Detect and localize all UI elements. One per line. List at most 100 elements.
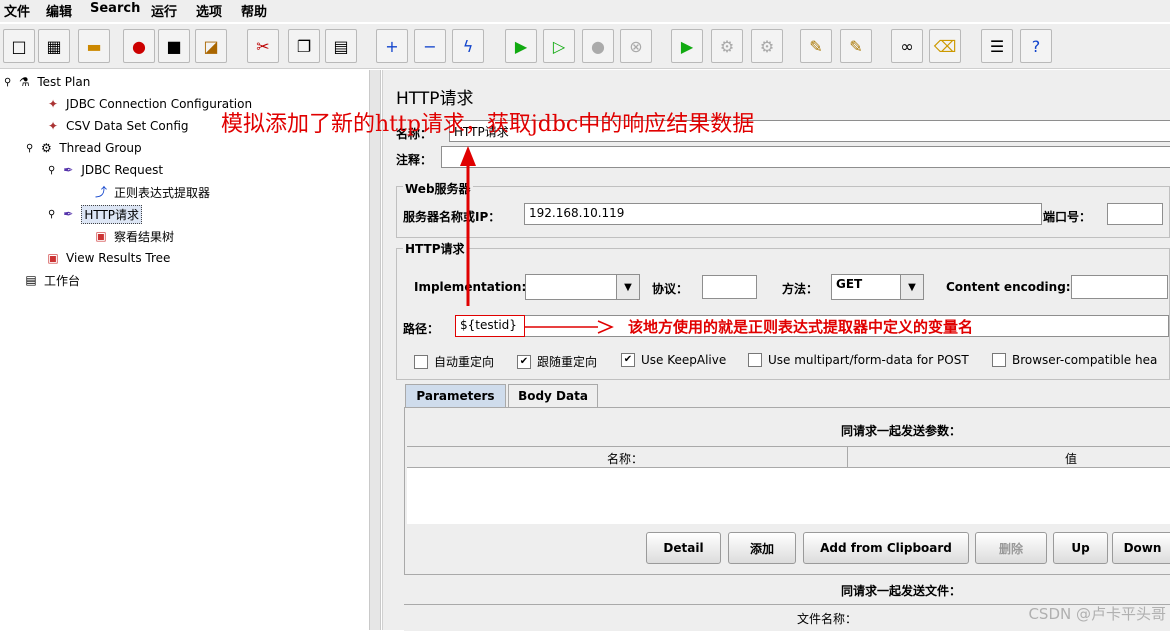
shutdown-icon[interactable]: ⊗ (620, 29, 652, 63)
keepalive-checkbox[interactable]: ✔ Use KeepAlive (621, 353, 726, 367)
tree-item-thread-group[interactable]: ⚲ ⚙ Thread Group (26, 138, 142, 158)
tree-item-test-plan[interactable]: ⚲ ⚗ Test Plan (4, 72, 90, 92)
up-button[interactable]: Up (1053, 532, 1108, 564)
follow-redirect-checkbox[interactable]: ✔ 跟随重定向 (517, 353, 597, 370)
tree-item-regex-extractor[interactable]: ⤴ 正则表达式提取器 (92, 182, 210, 202)
file-col-header: 文件名称： (797, 612, 858, 626)
start-icon[interactable]: ▶ (505, 29, 537, 63)
browser-compatible-checkbox[interactable]: Browser-compatible hea (992, 353, 1170, 367)
web-server-group-title: Web服务器 (403, 180, 473, 197)
files-title: 同请求一起发送文件： (841, 584, 962, 598)
annotation-path-note: 该地方使用的就是正则表达式提取器中定义的变量名 (628, 318, 974, 336)
tree-item-http-request[interactable]: ⚲ ✒ HTTP请求 (48, 204, 143, 224)
search-icon[interactable]: ∞ (891, 29, 923, 63)
content-encoding-label: Content encoding: (946, 280, 1071, 294)
menu-help[interactable]: 帮助 (241, 1, 267, 20)
menu-run[interactable]: 运行 (151, 1, 177, 20)
checkmark-icon: ✔ (517, 354, 531, 369)
col-value-header: 值 (1065, 452, 1078, 466)
toolbar: □ ▦ ▬ ● ■ ◪ ✂ ❐ ▤ + − ϟ ▶ ▷ ● ⊗ ▶ ⚙ ⚙ ✎ … (0, 24, 1170, 69)
clear-all-icon[interactable]: ✎ (840, 29, 872, 63)
copy-icon[interactable]: ❐ (288, 29, 320, 63)
thread-group-icon: ⚙ (40, 141, 52, 155)
menu-options[interactable]: 选项 (196, 1, 222, 20)
paste-icon[interactable]: ▤ (325, 29, 357, 63)
save-as-icon[interactable]: ◪ (195, 29, 227, 63)
annotation-top: 模拟添加了新的http请求，获取jdbc中的响应结果数据 (221, 112, 755, 137)
collapse-icon[interactable]: − (414, 29, 446, 63)
help-icon[interactable]: ? (1020, 29, 1052, 63)
tree-item-view-results-tree[interactable]: ▣ View Results Tree (44, 248, 170, 268)
sampler-icon: ✒ (63, 163, 74, 177)
stop-icon[interactable]: ● (582, 29, 614, 63)
open-icon[interactable]: ▬ (78, 29, 110, 63)
add-from-clipboard-button[interactable]: Add from Clipboard (803, 532, 969, 564)
tree-item-jdbc-request[interactable]: ⚲ ✒ JDBC Request (48, 160, 163, 180)
expand-icon[interactable]: + (376, 29, 408, 63)
reset-search-icon[interactable]: ⌫ (929, 29, 961, 63)
method-label: 方法： (782, 282, 819, 296)
http-request-panel: HTTP请求 名称： HTTP请求 注释： Web服务器 服务器名称或IP： 1… (382, 70, 1170, 631)
config-icon: ✦ (47, 97, 59, 111)
watermark: CSDN @卢卡平头哥 (1028, 605, 1166, 623)
params-table-header: 名称： 值 (407, 446, 1170, 468)
comment-field[interactable] (441, 146, 1170, 168)
close-icon[interactable]: ● (123, 29, 155, 63)
listener-icon: ▣ (47, 251, 59, 265)
protocol-label: 协议： (652, 282, 689, 296)
down-button[interactable]: Down (1112, 532, 1170, 564)
tab-parameters[interactable]: Parameters (405, 384, 506, 407)
http-request-group-title: HTTP请求 (403, 240, 467, 257)
remote-shutdown-icon[interactable]: ⚙ (751, 29, 783, 63)
checkbox-unchecked-icon (748, 353, 762, 367)
menu-search[interactable]: Search (90, 1, 140, 16)
cut-icon[interactable]: ✂ (247, 29, 279, 63)
col-name-header: 名称： (607, 452, 644, 466)
config-icon: ✦ (47, 119, 59, 133)
checkbox-unchecked-icon (992, 353, 1006, 367)
checkmark-icon: ✔ (621, 353, 635, 367)
tab-body-data[interactable]: Body Data (508, 384, 598, 407)
comment-label: 注释： (396, 153, 433, 167)
multipart-checkbox[interactable]: Use multipart/form-data for POST (748, 353, 969, 367)
port-field[interactable] (1107, 203, 1163, 225)
remote-stop-icon[interactable]: ⚙ (711, 29, 743, 63)
content-encoding-field[interactable] (1071, 275, 1168, 299)
method-select[interactable]: GET ▼ (831, 274, 924, 300)
path-label: 路径： (403, 322, 440, 336)
protocol-field[interactable] (702, 275, 757, 299)
listener-icon: ▣ (95, 229, 107, 243)
test-plan-icon: ⚗ (18, 75, 30, 89)
params-table-body[interactable] (407, 468, 1170, 524)
auto-redirect-checkbox[interactable]: 自动重定向 (414, 353, 494, 370)
start-no-pause-icon[interactable]: ▷ (543, 29, 575, 63)
function-helper-icon[interactable]: ☰ (981, 29, 1013, 63)
menu-file[interactable]: 文件 (4, 1, 30, 20)
params-title: 同请求一起发送参数： (841, 424, 962, 438)
save-icon[interactable]: ■ (158, 29, 190, 63)
server-field[interactable]: 192.168.10.119 (524, 203, 1042, 225)
port-label: 端口号： (1043, 210, 1092, 224)
chevron-down-icon: ▼ (900, 275, 923, 299)
clear-icon[interactable]: ✎ (800, 29, 832, 63)
implementation-select[interactable]: ▼ (525, 274, 640, 300)
remote-start-icon[interactable]: ▶ (671, 29, 703, 63)
tree-item-csv-config[interactable]: ✦ CSV Data Set Config (44, 116, 189, 136)
new-icon[interactable]: □ (3, 29, 35, 63)
tree-item-workbench[interactable]: ▤ 工作台 (22, 270, 80, 290)
menu-edit[interactable]: 编辑 (46, 1, 72, 20)
delete-button[interactable]: 删除 (975, 532, 1047, 564)
test-plan-tree: ⚲ ⚗ Test Plan ✦ JDBC Connection Configur… (0, 70, 368, 630)
workbench-icon: ▤ (25, 273, 37, 287)
checkbox-unchecked-icon (414, 354, 428, 369)
splitter[interactable] (369, 70, 381, 630)
templates-icon[interactable]: ▦ (38, 29, 70, 63)
tree-item-view-results-cn[interactable]: ▣ 察看结果树 (92, 226, 174, 246)
menu-bar: 文件 编辑 Search 运行 选项 帮助 (0, 0, 1170, 22)
toggle-icon[interactable]: ϟ (452, 29, 484, 63)
server-label: 服务器名称或IP： (403, 210, 501, 224)
add-button[interactable]: 添加 (728, 532, 796, 564)
path-highlight-box (455, 315, 525, 337)
sampler-icon: ✒ (63, 207, 74, 221)
detail-button[interactable]: Detail (646, 532, 721, 564)
